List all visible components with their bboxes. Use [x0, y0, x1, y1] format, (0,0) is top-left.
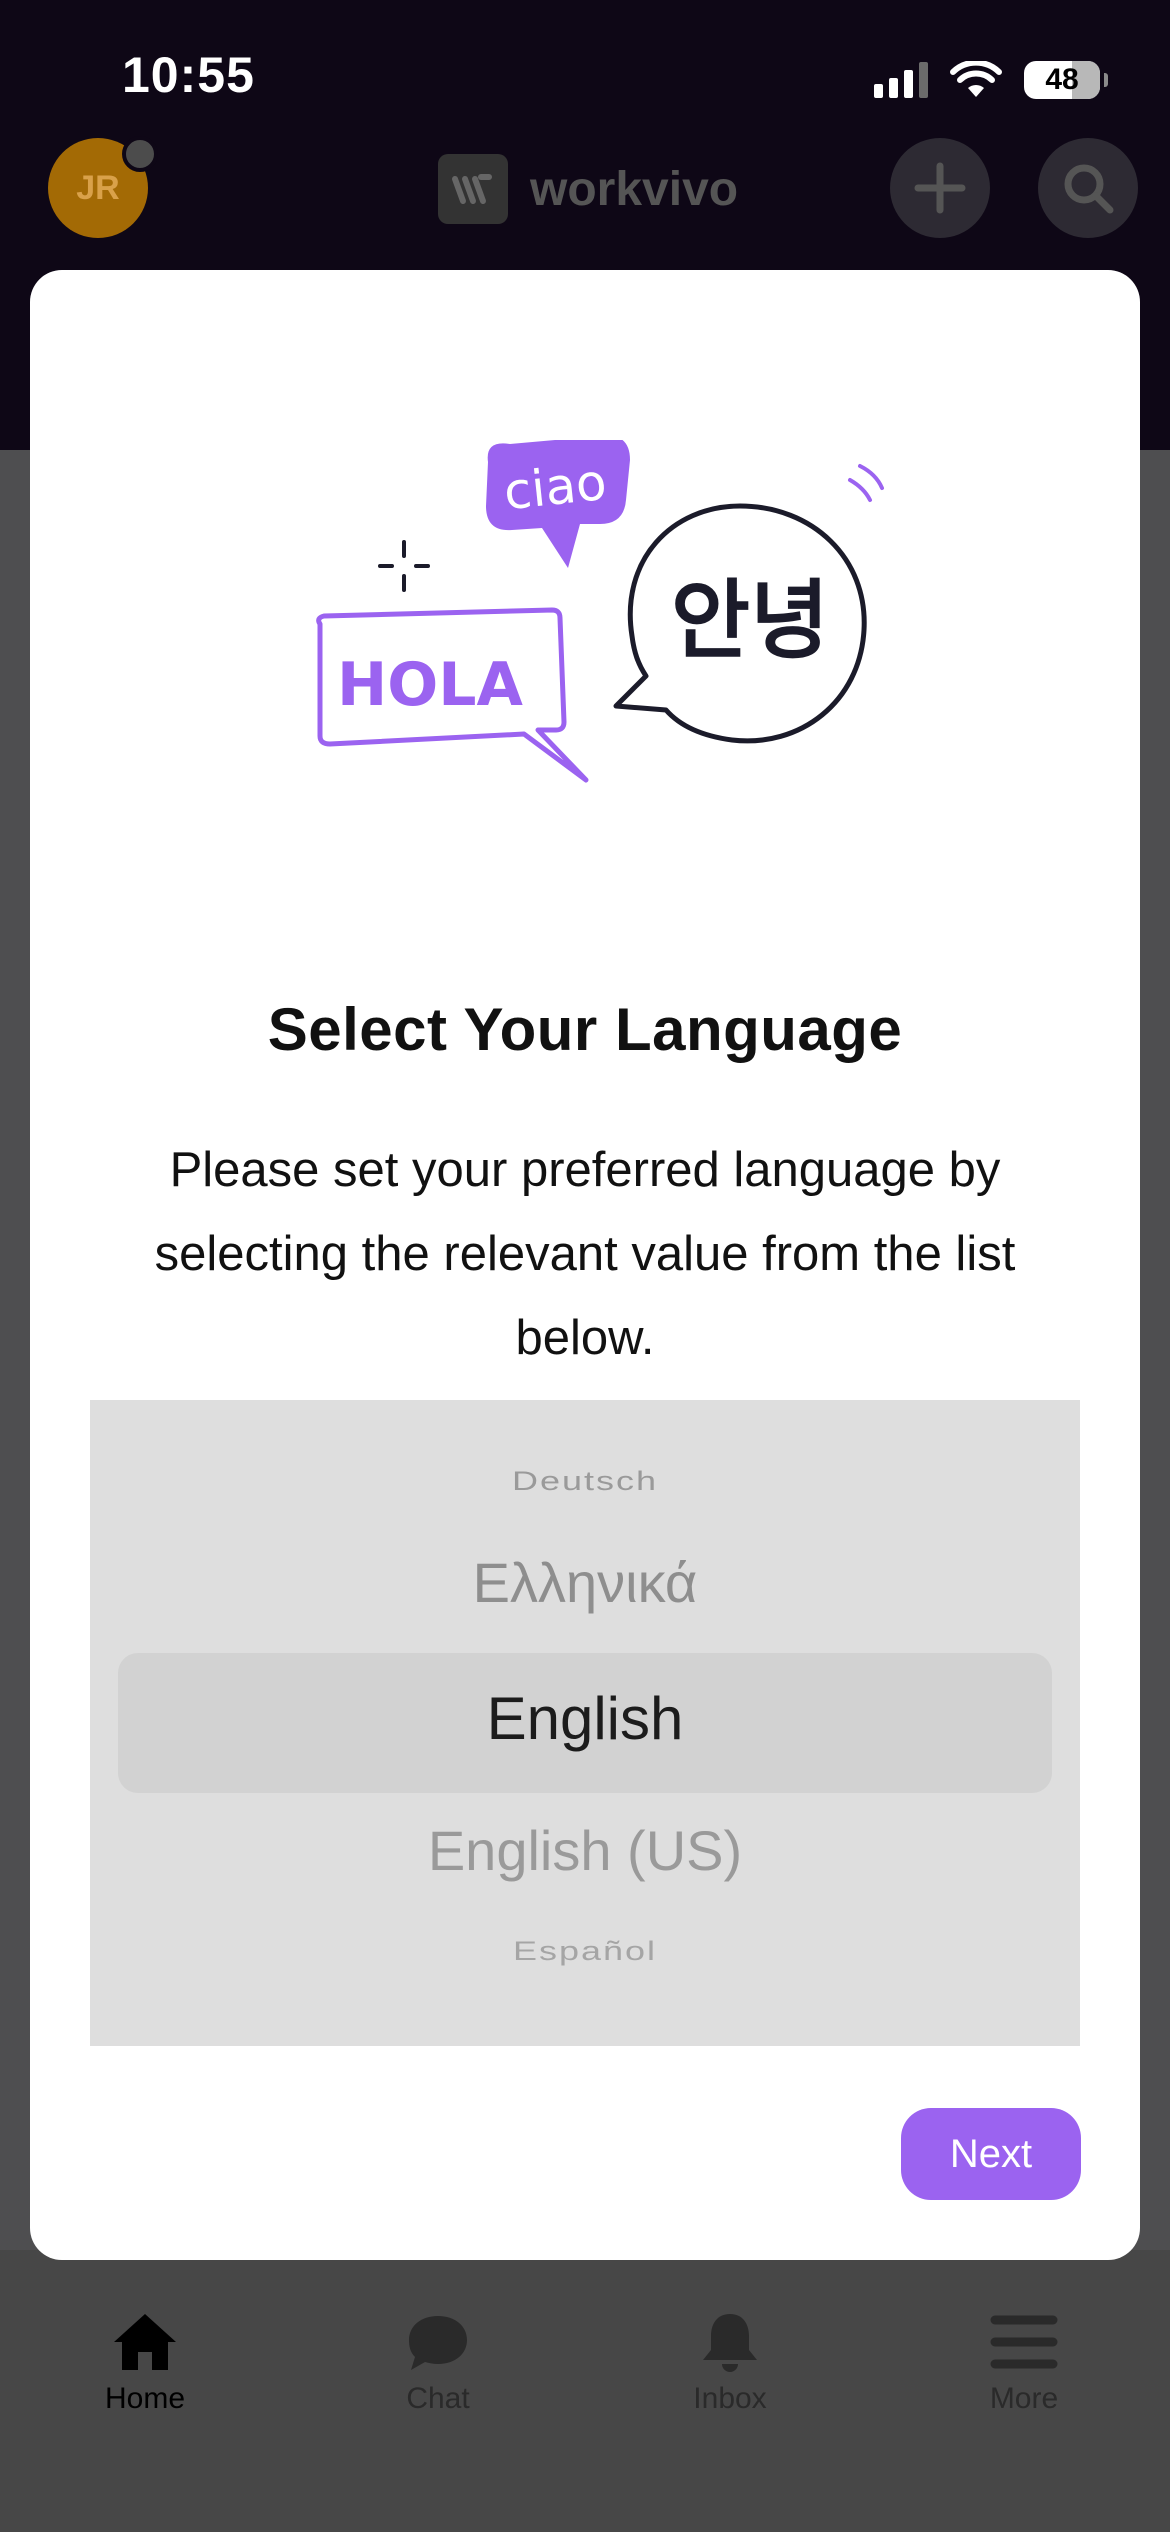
- workvivo-logo-icon: [438, 154, 508, 224]
- tab-home-label: Home: [104, 2382, 186, 2415]
- bell-icon: [703, 2314, 757, 2372]
- hola-bubble: HOLA: [316, 607, 589, 783]
- tab-more-label: More: [989, 2382, 1059, 2415]
- modal-description: Please set your preferred language by se…: [154, 1143, 1016, 1365]
- picker-option[interactable]: Deutsch: [90, 1465, 1080, 1497]
- tab-more[interactable]: More: [924, 2310, 1124, 2416]
- brand: workvivo: [438, 154, 738, 224]
- tab-chat[interactable]: Chat: [338, 2310, 538, 2416]
- next-button[interactable]: Next: [901, 2108, 1081, 2200]
- chat-icon: [409, 2316, 467, 2370]
- picker-option-selected[interactable]: English: [90, 1684, 1080, 1753]
- ciao-bubble: ciao: [486, 440, 630, 568]
- battery-level: 48: [1045, 63, 1079, 96]
- modal-title: Select Your Language: [267, 996, 903, 1063]
- language-picker[interactable]: Deutsch Ελληνικά English English (US) Es…: [90, 1400, 1080, 2046]
- presence-dot: [122, 136, 158, 172]
- language-bubbles-illustration: ciao HOLA 안녕: [316, 440, 884, 783]
- korean-text: 안녕: [671, 571, 829, 671]
- plus-icon: [914, 162, 966, 214]
- status-time: 10:55: [122, 47, 255, 103]
- search-button[interactable]: [1038, 138, 1138, 238]
- cellular-signal-icon: [874, 62, 928, 98]
- wifi-icon: [950, 61, 1002, 97]
- avatar-initials: JR: [76, 168, 120, 207]
- search-icon: [1064, 164, 1114, 214]
- tab-inbox[interactable]: Inbox: [630, 2310, 830, 2416]
- tab-home[interactable]: Home: [45, 2310, 245, 2416]
- home-icon: [114, 2314, 176, 2370]
- picker-option[interactable]: Ελληνικά: [90, 1550, 1080, 1615]
- picker-option[interactable]: Español: [90, 1935, 1080, 1967]
- language-modal: ciao HOLA 안녕 Select Your Language Please…: [30, 270, 1140, 2260]
- sparkle-icon: [378, 540, 430, 592]
- tab-chat-label: Chat: [406, 2382, 470, 2415]
- add-button[interactable]: [890, 138, 990, 238]
- menu-icon: [990, 2315, 1058, 2369]
- ciao-text: ciao: [501, 453, 609, 521]
- status-icons: 48: [874, 55, 1108, 105]
- picker-option[interactable]: English (US): [90, 1818, 1080, 1883]
- tab-inbox-label: Inbox: [693, 2382, 767, 2415]
- battery-icon: 48: [1024, 61, 1108, 99]
- status-bar: 10:55 48: [0, 0, 1170, 140]
- korean-bubble: 안녕: [613, 464, 884, 744]
- brand-name: workvivo: [530, 162, 739, 216]
- hola-text: HOLA: [337, 650, 523, 720]
- tab-bar: Home Chat Inbox More: [0, 2250, 1170, 2532]
